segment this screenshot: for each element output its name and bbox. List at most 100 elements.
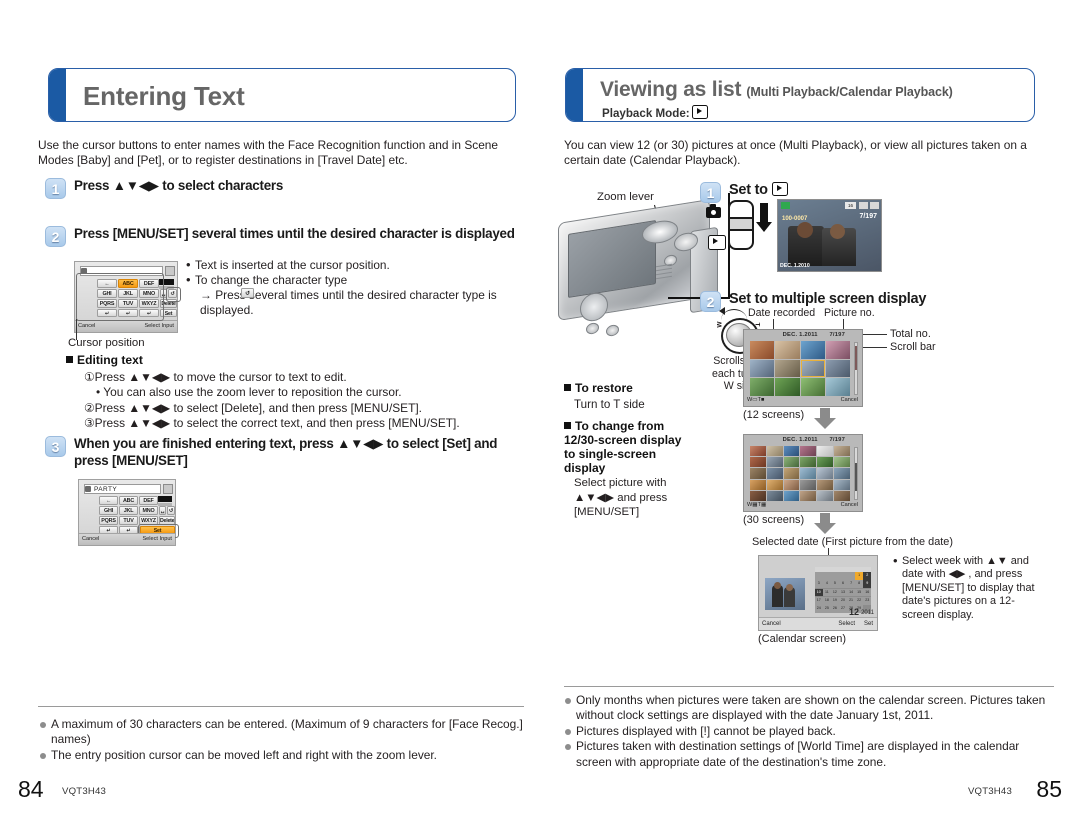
step-1-right-label: Set to: [729, 182, 768, 198]
total-no-leader: [863, 334, 887, 335]
calendar-day: 27: [839, 605, 847, 613]
key2-shift[interactable]: ↺: [167, 506, 175, 515]
intro-paragraph-right: You can view 12 (or 30) pictures at once…: [564, 138, 1027, 168]
editing-item-4: ③Press ▲▼◀▶ to select the correct text, …: [84, 416, 460, 431]
select-label: Select: [144, 323, 160, 329]
thumbnail[interactable]: [800, 479, 817, 490]
thumbnail[interactable]: [775, 378, 800, 396]
right-note-2: Pictures displayed with [!] cannot be pl…: [565, 724, 1055, 739]
thumbnail[interactable]: [817, 468, 834, 479]
right-notes-divider: [564, 686, 1054, 688]
thumbnail[interactable]: [783, 479, 800, 490]
key2-abc[interactable]: ABC: [119, 496, 138, 505]
calendar-day: 17: [815, 596, 823, 605]
key2-jkl[interactable]: JKL: [119, 506, 138, 515]
step-2-notes: Text is inserted at the cursor position.…: [185, 257, 520, 289]
thumbnail[interactable]: [834, 446, 850, 457]
playback-mode-icon-switch: [708, 235, 726, 250]
screen-bottom-bar-2: Cancel Select Input: [79, 533, 175, 545]
multi-12-thumbnail-grid[interactable]: [750, 341, 850, 396]
thumbnail[interactable]: [766, 468, 783, 479]
battery-icon: [870, 202, 879, 209]
multi-30-cancel[interactable]: Cancel: [841, 502, 858, 508]
key2-space[interactable]: ␣: [159, 506, 166, 515]
step-2-note-2: To change the character type: [185, 272, 520, 288]
calendar-caption: (Calendar screen): [758, 633, 847, 645]
multi-30-date: DEC. 1.2011: [782, 437, 818, 443]
playback-mode-label: Playback Mode:: [602, 105, 708, 120]
calendar-note: Select week with ▲▼ and date with ◀▶ , a…: [892, 554, 1042, 622]
intro-paragraph: Use the cursor buttons to enter names wi…: [38, 138, 499, 168]
calendar-day: 15: [855, 588, 863, 597]
thumbnail[interactable]: [825, 359, 850, 378]
right-notes: Only months when pictures were taken are…: [565, 693, 1055, 770]
thumbnail[interactable]: [825, 341, 850, 359]
thumbnail[interactable]: [750, 446, 766, 457]
cancel-label-2[interactable]: Cancel: [82, 536, 99, 542]
calendar-select: Select: [838, 620, 855, 627]
entry-left-icon-2: [85, 485, 91, 492]
thumbnail[interactable]: [750, 341, 775, 359]
thumbnail[interactable]: [800, 341, 825, 359]
thumbnail[interactable]: [750, 468, 766, 479]
thumbnail-selected[interactable]: [800, 359, 825, 378]
thumbnail[interactable]: [834, 457, 850, 468]
key2-mno[interactable]: MNO: [139, 506, 158, 515]
multi-12-cancel[interactable]: Cancel: [841, 397, 858, 403]
key2-ghi[interactable]: GHI: [99, 506, 118, 515]
thumbnail[interactable]: [766, 479, 783, 490]
key2-tuv[interactable]: TUV: [119, 516, 138, 525]
calendar-day: [839, 572, 847, 580]
thumbnail[interactable]: [750, 378, 775, 396]
thumbnail[interactable]: [766, 446, 783, 457]
thumbnail[interactable]: [750, 457, 766, 468]
calendar-grid[interactable]: 1 2 3 4 5 6 7 8 9 10 11 12 13 14 15 16 1…: [815, 567, 871, 613]
thumbnail[interactable]: [834, 479, 850, 490]
thumbnail[interactable]: [783, 457, 800, 468]
calendar-day-cells[interactable]: 1 2 3 4 5 6 7 8 9 10 11 12 13 14 15 16 1…: [815, 572, 871, 613]
key2-def[interactable]: DEF: [139, 496, 158, 505]
calendar-day: 26: [831, 605, 839, 613]
thumbnail[interactable]: [800, 446, 817, 457]
thumbnail[interactable]: [766, 457, 783, 468]
thumbnail[interactable]: [783, 446, 800, 457]
text-entry-field-filled[interactable]: PARTY: [84, 484, 161, 494]
key2-back[interactable]: ←: [99, 496, 118, 505]
thumbnail[interactable]: [817, 446, 834, 457]
key2-pqrs[interactable]: PQRS: [99, 516, 118, 525]
multi-12-scrollbar[interactable]: [854, 342, 858, 395]
zoom-t-label: T: [753, 322, 761, 327]
multi-30-scrollbar[interactable]: [854, 447, 858, 500]
calendar-day: 20: [839, 596, 847, 605]
calendar-day: 8: [855, 580, 863, 589]
calendar-set[interactable]: Set: [864, 621, 873, 627]
thumbnail[interactable]: [834, 468, 850, 479]
left-notes: A maximum of 30 characters can be entere…: [40, 717, 524, 763]
multi-30-thumbnail-grid[interactable]: [750, 446, 850, 501]
calendar-day: 25: [823, 605, 831, 613]
thumbnail[interactable]: [783, 468, 800, 479]
thumbnail[interactable]: [800, 468, 817, 479]
calendar-day: 22: [855, 596, 863, 605]
thumbnail[interactable]: [817, 457, 834, 468]
thumbnail[interactable]: [775, 359, 800, 378]
left-note-1: A maximum of 30 characters can be entere…: [40, 717, 524, 748]
cancel-label[interactable]: Cancel: [78, 323, 95, 329]
thumbnail[interactable]: [775, 341, 800, 359]
thumbnail[interactable]: [800, 378, 825, 396]
single-playback-screen: 16 100-0007 7/197 DEC. 1.2010: [777, 199, 882, 272]
thumbnail[interactable]: [750, 359, 775, 378]
thumbnail[interactable]: [817, 479, 834, 490]
thumbnail[interactable]: [825, 378, 850, 396]
calendar-cancel[interactable]: Cancel: [762, 621, 781, 627]
mode-switch[interactable]: [728, 200, 754, 250]
thumbnail[interactable]: [750, 479, 766, 490]
calendar-screen: 1 2 3 4 5 6 7 8 9 10 11 12 13 14 15 16 1…: [758, 555, 878, 631]
banner-accent-tab: [49, 69, 66, 121]
step-1-right-text: Set to: [729, 182, 788, 199]
playback-icon: [691, 105, 708, 119]
entry-right-icon: [165, 266, 175, 276]
calendar-day: 24: [815, 605, 823, 613]
thumbnail[interactable]: [800, 457, 817, 468]
text-entry-screen-completed: PARTY ← ABC DEF GHI JKL MNO PQRS TUV WXY…: [78, 479, 179, 546]
